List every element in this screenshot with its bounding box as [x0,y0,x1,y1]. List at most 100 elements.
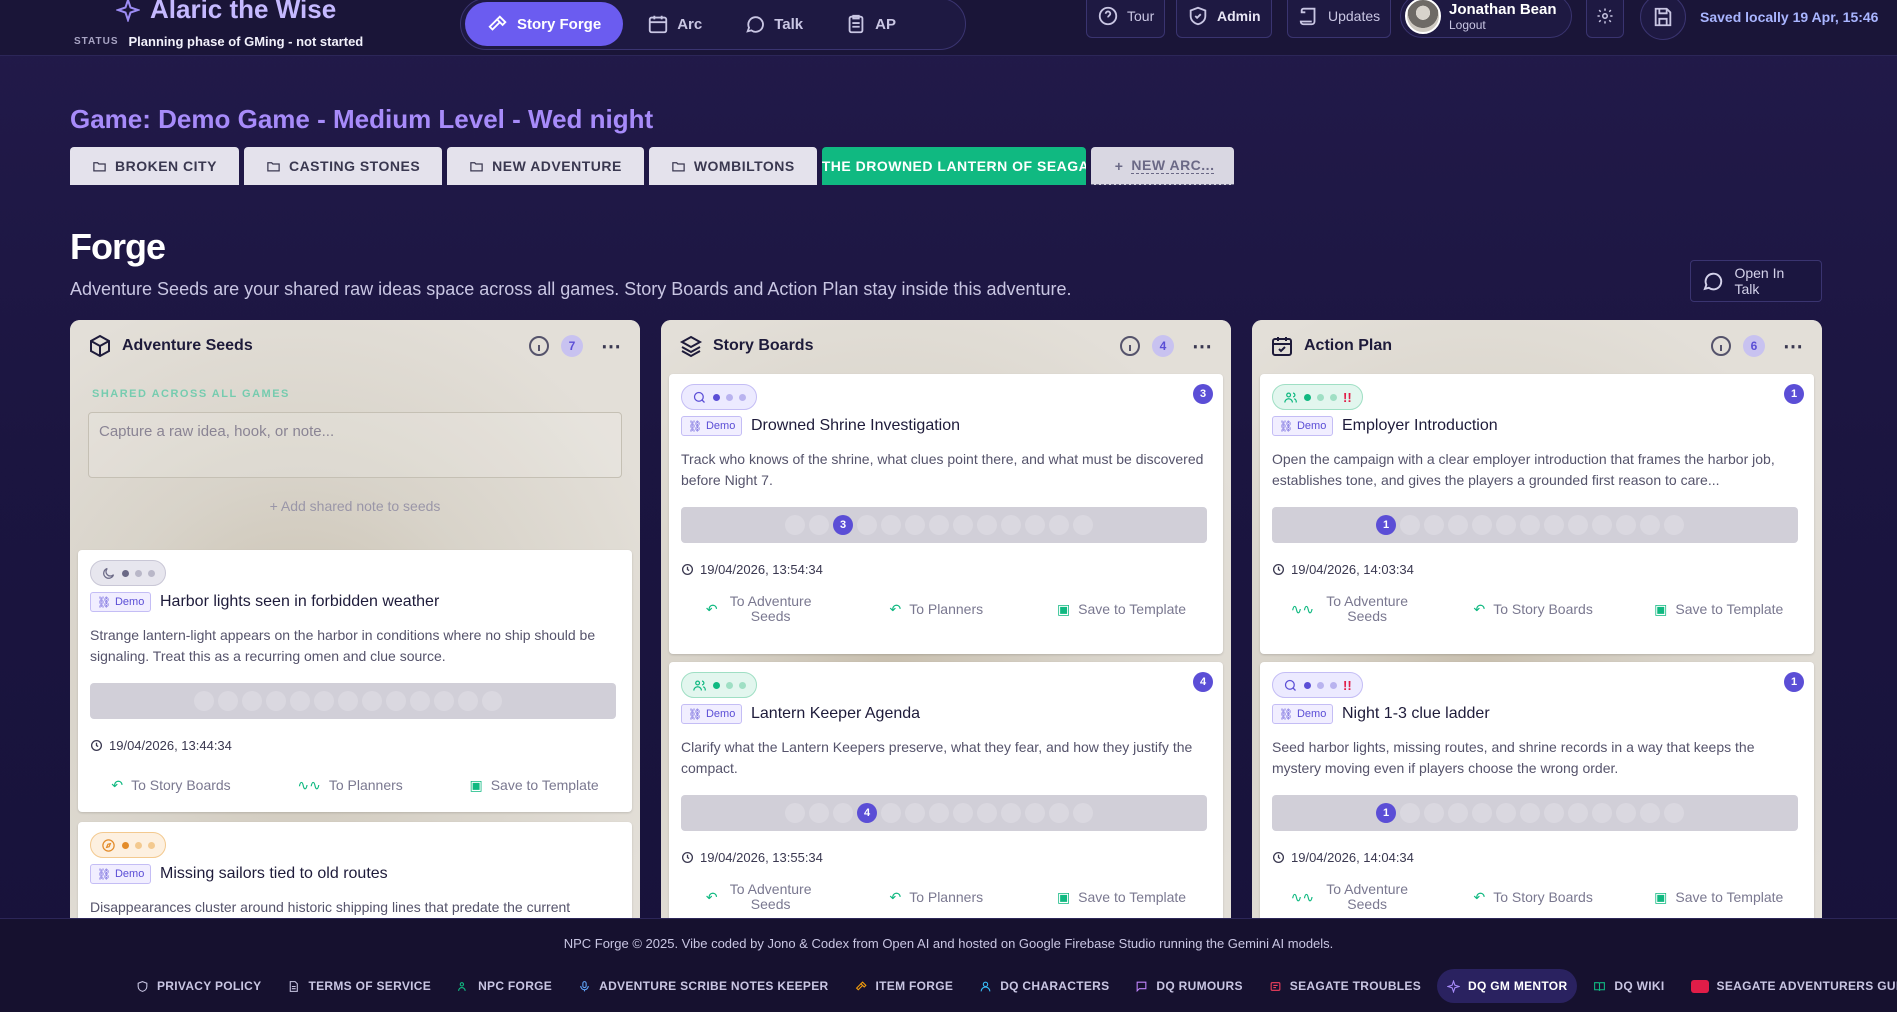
to-story-boards-button[interactable]: ↶ To Story Boards [1473,594,1592,624]
app-title[interactable]: Alaric the Wise [116,0,336,25]
page-description: Adventure Seeds are your shared raw idea… [70,279,1072,299]
footer-link-dq-characters[interactable]: DQ CHARACTERS [969,969,1119,1003]
nav-tab-talk[interactable]: Talk [726,2,821,46]
count-badge: 6 [1743,335,1765,357]
gear-icon [1597,8,1613,24]
more-menu-icon[interactable]: ⋯ [1783,334,1804,359]
arc-tabs: BROKEN CITY CASTING STONES NEW ADVENTURE… [70,147,1235,185]
to-planners-button[interactable]: ∿∿ To Planners [297,778,402,793]
more-menu-icon[interactable]: ⋯ [1192,334,1213,359]
add-shared-note-button[interactable]: + Add shared note to seeds [70,498,640,514]
more-menu-icon[interactable]: ⋯ [601,334,622,359]
footer-link-terms-of-service[interactable]: TERMS OF SERVICE [277,969,441,1003]
save-to-template-button[interactable]: ▣ Save to Template [1057,594,1186,624]
nav-tab-arc[interactable]: Arc [629,2,720,46]
footer-link-seagate-troubles[interactable]: SEAGATE TROUBLES [1259,969,1431,1003]
card-actions: ∿∿ To Adventure Seeds ↶ To Story Boards ▣ S… [1260,882,1814,912]
nav-tab-ap[interactable]: AP [827,2,914,46]
column-header: Adventure Seeds 7 ⋯ [70,320,640,372]
admin-button[interactable]: Admin [1176,0,1272,38]
updates-button[interactable]: Updates [1287,0,1392,38]
night-tracker[interactable]: 3 [681,507,1207,543]
story-board-card[interactable]: 3 ⛓ Demo Drowned Shrine Investigation Tra… [669,374,1223,654]
action-plan-column: Action Plan 6 ⋯ !! 1 ⛓ Demo Employer Intr… [1252,320,1822,1012]
save-to-template-button[interactable]: ▣ Save to Template [1057,882,1186,912]
night-tracker[interactable]: 4 [681,795,1207,831]
to-adventure-seeds-button[interactable]: ∿∿ To Adventure Seeds [1291,594,1412,624]
calendar-icon [649,15,668,34]
to-story-boards-button[interactable]: ↶ To Story Boards [1473,882,1592,912]
card-title: Drowned Shrine Investigation [751,417,961,434]
action-plan-card[interactable]: !! 1 ⛓ Demo Night 1-3 clue ladder Seed ha… [1260,662,1814,942]
nav-tab-story-forge[interactable]: Story Forge [465,2,624,46]
open-in-talk-button[interactable]: Open In Talk [1690,260,1822,302]
footer-link-dq-gm-mentor[interactable]: DQ GM MENTOR [1437,969,1578,1003]
footer-link-adventure-scribe[interactable]: ADVENTURE SCRIBE NOTES KEEPER [568,969,838,1003]
folder-icon [267,161,280,171]
night-tracker[interactable]: 1 [1272,507,1798,543]
copyright: NPC Forge © 2025. Vibe coded by Jono & C… [563,936,1334,951]
plus-icon: + [269,498,281,514]
tab-wombiltons[interactable]: WOMBILTONS [648,147,817,185]
info-icon[interactable] [527,334,551,358]
footer-link-privacy-policy[interactable]: PRIVACY POLICY [126,969,271,1003]
tab-broken-city[interactable]: BROKEN CITY [70,147,239,185]
tour-button[interactable]: Tour [1086,0,1166,38]
save-to-template-button[interactable]: ▣ Save to Template [1654,882,1783,912]
footer-link-item-forge[interactable]: ITEM FORGE [845,969,964,1003]
save-icon: ▣ [1056,888,1071,905]
priority-marker: !! [1343,677,1352,693]
microphone-icon [580,980,589,991]
route-icon: ∿∿ [1290,600,1315,617]
card-title: Night 1-3 clue ladder [1342,705,1490,722]
night-tracker[interactable]: 1 [1272,795,1798,831]
user-menu[interactable]: Jonathan Bean Logout [1400,0,1572,38]
footer-link-dq-wiki[interactable]: DQ WIKI [1583,969,1674,1003]
main-nav: Story Forge Arc Talk AP [460,0,966,50]
save-to-template-button[interactable]: ▣ Save to Template [469,778,598,793]
to-adventure-seeds-button[interactable]: ↶ To Adventure Seeds [706,594,816,624]
tab-drowned-lantern[interactable]: THE DROWNED LANTERN OF SEAGATE [821,147,1086,185]
info-icon[interactable] [1709,334,1733,358]
tab-new-adventure[interactable]: NEW ADVENTURE [447,147,644,185]
action-plan-card[interactable]: !! 1 ⛓ Demo Employer Introduction Open th… [1260,374,1814,654]
moon-icon [103,567,115,579]
link-icon: ⛓ [1279,708,1293,721]
new-arc-tab[interactable]: + NEW ARC... [1090,147,1235,185]
settings-button[interactable] [1586,0,1624,38]
to-story-boards-button[interactable]: ↶ To Story Boards [111,778,230,793]
tag-badge: ⛓ Demo [681,704,743,724]
night-number-badge: 3 [1193,384,1213,404]
to-planners-button[interactable]: ↶ To Planners [889,882,983,912]
footer-link-npc-forge[interactable]: NPC FORGE [447,969,562,1003]
undo-icon: ↶ [705,888,718,905]
count-badge: 7 [561,335,583,357]
calendar-check-icon [1272,337,1292,356]
link-icon: ⛓ [688,420,702,433]
capture-note-input[interactable]: Capture a raw idea, hook, or note... [88,412,622,478]
clock-icon [681,851,694,864]
route-icon: ∿∿ [1290,888,1315,905]
to-adventure-seeds-button[interactable]: ∿∿ To Adventure Seeds [1291,882,1412,912]
tag-badge: ⛓ Demo [681,416,743,436]
to-adventure-seeds-button[interactable]: ↶ To Adventure Seeds [706,882,816,912]
night-tracker[interactable] [90,683,616,719]
footer-link-youtube[interactable]: SEAGATE ADVENTURERS GUILD YOUTUBE [1681,969,1897,1003]
chat-icon [1137,981,1147,992]
user-name: Jonathan Bean [1449,0,1557,18]
tab-casting-stones[interactable]: CASTING STONES [243,147,443,185]
story-board-card[interactable]: 4 ⛓ Demo Lantern Keeper Agenda Clarify wh… [669,662,1223,942]
footer-link-dq-rumours[interactable]: DQ RUMOURS [1125,969,1252,1003]
saved-status: Saved locally 19 Apr, 15:46 [1700,9,1879,25]
timestamp: 19/04/2026, 13:44:34 [90,738,232,753]
logout-link[interactable]: Logout [1449,18,1557,32]
status-pill [90,832,166,858]
save-to-template-button[interactable]: ▣ Save to Template [1654,594,1783,624]
seed-card[interactable]: ⛓ Demo Harbor lights seen in forbidden we… [78,550,632,812]
status-pill: !! [1272,672,1363,698]
to-planners-button[interactable]: ↶ To Planners [889,594,983,624]
link-icon: ⛓ [97,596,111,609]
shield-icon [137,980,148,992]
info-icon[interactable] [1118,334,1142,358]
clock-icon [1272,563,1285,576]
